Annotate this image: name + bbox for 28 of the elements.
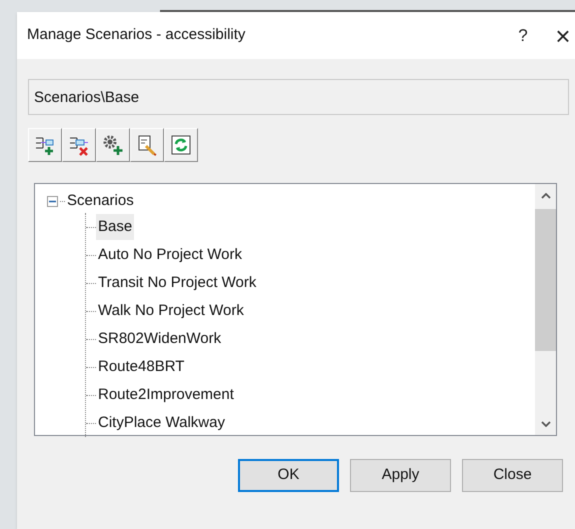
gear-add-icon bbox=[102, 134, 124, 156]
window-title: Manage Scenarios - accessibility bbox=[27, 25, 246, 46]
scrollbar-thumb[interactable] bbox=[535, 209, 556, 351]
tree-item[interactable]: Scenarios bbox=[67, 190, 134, 212]
help-button[interactable]: ? bbox=[503, 22, 543, 48]
tree-item[interactable]: CityPlace Walkway bbox=[96, 410, 227, 436]
tree-item[interactable]: Route2Improvement bbox=[96, 382, 236, 408]
document-pencil-icon bbox=[136, 134, 158, 156]
close-button[interactable]: × bbox=[543, 22, 575, 48]
toolbar-button[interactable] bbox=[130, 128, 164, 162]
refresh-icon bbox=[170, 134, 192, 156]
dialog-button[interactable]: Close bbox=[462, 459, 563, 492]
scroll-up-icon[interactable] bbox=[540, 193, 550, 199]
toolbar-button[interactable] bbox=[28, 128, 62, 162]
tree-item[interactable]: Walk No Project Work bbox=[96, 298, 246, 324]
tree-item[interactable]: Transit No Project Work bbox=[96, 270, 258, 296]
collapse-toggle-icon[interactable] bbox=[47, 196, 58, 206]
toolbar-button[interactable] bbox=[96, 128, 130, 162]
dialog-button[interactable]: OK bbox=[238, 459, 339, 492]
scrollbar[interactable] bbox=[535, 184, 556, 435]
toolbar-button[interactable] bbox=[164, 128, 198, 162]
tree-item[interactable]: SR802WidenWork bbox=[96, 326, 224, 352]
tree-item[interactable]: Route48BRT bbox=[96, 354, 186, 380]
tree-item[interactable]: Base bbox=[96, 214, 134, 240]
tree-item[interactable]: Auto No Project Work bbox=[96, 242, 244, 268]
dialog-button[interactable]: Apply bbox=[350, 459, 451, 492]
scroll-down-icon[interactable] bbox=[540, 421, 550, 427]
path-field[interactable]: Scenarios\Base bbox=[28, 79, 569, 115]
